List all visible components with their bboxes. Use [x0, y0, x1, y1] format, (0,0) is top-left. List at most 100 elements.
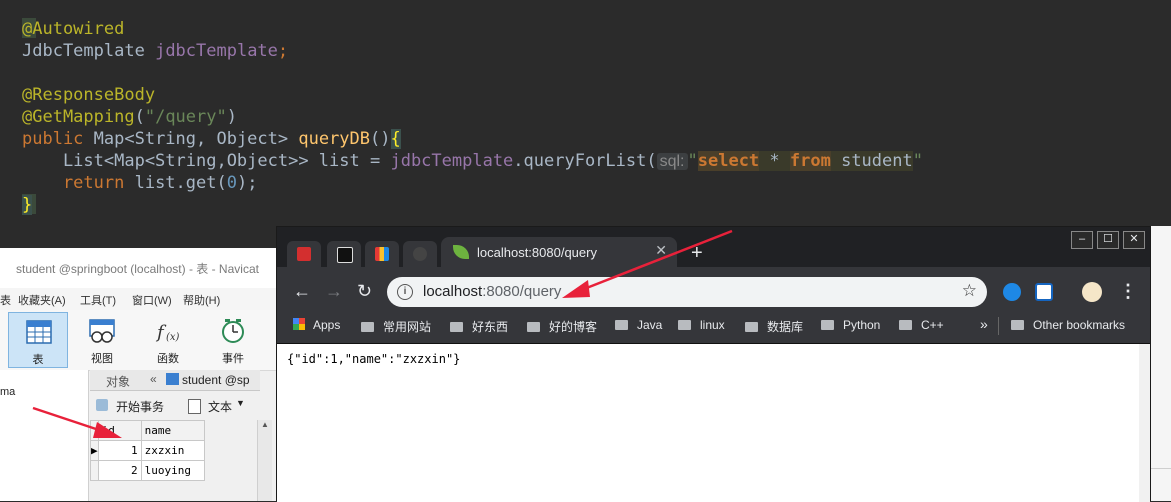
- bookmark-folder-3[interactable]: 好的博客: [527, 318, 597, 335]
- bookmarks-overflow-button[interactable]: »: [980, 316, 988, 332]
- grid-scrollbar[interactable]: ▲: [257, 420, 272, 501]
- menu-table[interactable]: 表: [0, 292, 11, 308]
- reload-icon[interactable]: ↻: [357, 281, 372, 302]
- menu-window[interactable]: 窗口(W): [132, 292, 172, 308]
- tree-item-text[interactable]: ma: [0, 386, 15, 398]
- minimize-button[interactable]: –: [1071, 231, 1093, 249]
- bookmark-folder-8[interactable]: C++: [899, 318, 944, 332]
- code-line-1[interactable]: @Autowired: [22, 18, 124, 40]
- code-line-2[interactable]: JdbcTemplate jdbcTemplate;: [22, 40, 288, 62]
- table-tab-icon: [166, 373, 179, 385]
- address-bar[interactable]: i localhost:8080/query ☆: [387, 277, 987, 307]
- cell-id[interactable]: 1: [97, 440, 142, 461]
- code-line-6[interactable]: List<Map<String,Object>> list = jdbcTemp…: [22, 150, 923, 172]
- tool-event-label: 事件: [222, 353, 244, 365]
- bookmark-folder-5[interactable]: linux: [678, 318, 725, 332]
- bookmark-folder-7[interactable]: Python: [821, 318, 880, 332]
- bookmark-folder-2[interactable]: 好东西: [450, 318, 508, 335]
- sql-star: *: [759, 151, 790, 171]
- tool-table-button[interactable]: 表: [8, 312, 68, 368]
- string-query-path: "/query": [144, 107, 227, 127]
- close-tab-icon[interactable]: ✕: [655, 242, 667, 259]
- maximize-button[interactable]: ☐: [1097, 231, 1119, 249]
- folder-icon: [678, 320, 691, 330]
- extension-2-icon[interactable]: [1035, 283, 1053, 301]
- code-line-7[interactable]: return list.get(0);: [22, 172, 258, 194]
- folder-icon: [1011, 320, 1024, 330]
- bookmark-label: 常用网站: [383, 320, 432, 334]
- field-ref-jdbctemplate: jdbcTemplate: [390, 151, 514, 171]
- column-header-id[interactable]: id: [97, 420, 142, 441]
- bookmark-label: Python: [843, 318, 881, 332]
- tool-event-button[interactable]: 事件: [203, 312, 263, 368]
- code-line-3[interactable]: @ResponseBody: [22, 84, 155, 106]
- return-expression: list.get(: [124, 173, 227, 193]
- cell-name[interactable]: luoying: [140, 460, 206, 481]
- code-line-8[interactable]: }: [22, 194, 33, 216]
- json-response-text: {"id":1,"name":"zxzxin"}: [287, 352, 461, 366]
- row-pointer-icon[interactable]: ▶: [90, 440, 99, 461]
- pinned-tab-2[interactable]: [327, 241, 361, 267]
- bookmark-folder-6[interactable]: 数据库: [745, 318, 803, 335]
- forward-icon[interactable]: →: [325, 281, 343, 302]
- text-button[interactable]: 文本: [208, 398, 232, 415]
- grid-header-row: id name: [90, 420, 206, 441]
- tab-objects[interactable]: 对象: [106, 373, 130, 390]
- quote-close: ": [912, 151, 923, 171]
- bookmarks-bar: Apps 常用网站 好东西 好的博客 Java linux 数据库 Python…: [277, 309, 1150, 344]
- info-icon[interactable]: i: [397, 284, 413, 300]
- menu-tools[interactable]: 工具(T): [80, 292, 116, 308]
- column-header-name[interactable]: name: [140, 420, 206, 441]
- page-scrollbar[interactable]: [1139, 344, 1150, 502]
- address-url[interactable]: localhost:8080/query: [423, 283, 561, 300]
- cell-name[interactable]: zxzxin: [140, 440, 206, 461]
- bookmark-label: Java: [637, 318, 663, 332]
- pinned-tab-1[interactable]: [287, 241, 321, 267]
- bookmark-folder-1[interactable]: 常用网站: [361, 318, 431, 335]
- active-tab[interactable]: localhost:8080/query ✕: [441, 237, 677, 267]
- table-row[interactable]: ▶ 1 zxzxin: [90, 440, 206, 461]
- menu-favorites[interactable]: 收藏夹(A): [18, 292, 66, 308]
- sql-from: from: [789, 151, 831, 171]
- other-bookmarks[interactable]: Other bookmarks: [1011, 318, 1125, 332]
- tab-title: localhost:8080/query: [477, 245, 597, 260]
- chevron-down-icon[interactable]: ▼: [236, 398, 245, 408]
- menu-help[interactable]: 帮助(H): [183, 292, 220, 308]
- tool-view-button[interactable]: 视图: [72, 312, 132, 368]
- parameter-hint: sql:: [656, 153, 688, 170]
- new-tab-button[interactable]: +: [691, 243, 703, 263]
- pinned-tab-4[interactable]: [403, 241, 437, 267]
- menu-kebab-icon[interactable]: ⋮: [1119, 281, 1137, 302]
- bookmark-label: 数据库: [767, 320, 804, 334]
- bookmark-folder-4[interactable]: Java: [615, 318, 662, 332]
- code-line-4[interactable]: @GetMapping("/query"): [22, 106, 237, 128]
- background-window-line: [1151, 468, 1171, 469]
- code-editor[interactable]: @Autowired JdbcTemplate jdbcTemplate; @R…: [0, 0, 1171, 230]
- row-selector-header: [90, 420, 99, 441]
- bookmark-star-icon[interactable]: ☆: [962, 281, 977, 301]
- paren-open: (: [134, 107, 145, 127]
- extension-1-icon[interactable]: [1003, 283, 1021, 301]
- back-icon[interactable]: ←: [293, 281, 311, 302]
- cell-id[interactable]: 2: [97, 460, 142, 481]
- tool-function-button[interactable]: f (x) 函数: [138, 312, 198, 368]
- row-selector[interactable]: [90, 460, 99, 481]
- browser-window: localhost:8080/query ✕ + – ☐ ✕ ← → ↻ i l…: [276, 226, 1151, 502]
- folder-icon: [899, 320, 912, 330]
- type-jdbctemplate: JdbcTemplate: [22, 41, 145, 61]
- data-grid[interactable]: id name ▶ 1 zxzxin 2 luoying: [90, 420, 206, 481]
- profile-avatar[interactable]: [1082, 282, 1102, 302]
- pinned-tab-3[interactable]: [365, 241, 399, 267]
- tool-function-label: 函数: [157, 353, 179, 365]
- tab-student[interactable]: student @sp: [182, 373, 250, 387]
- close-window-button[interactable]: ✕: [1123, 231, 1145, 249]
- tab-scroll-left-icon[interactable]: «: [150, 372, 157, 386]
- begin-transaction-button[interactable]: 开始事务: [116, 398, 164, 415]
- chart-icon: [375, 247, 389, 261]
- navicat-connection-tree[interactable]: ma: [0, 370, 89, 501]
- code-line-5[interactable]: public Map<String, Object> queryDB(){: [22, 128, 401, 150]
- bookmark-apps[interactable]: Apps: [293, 318, 340, 332]
- folder-icon: [527, 322, 540, 332]
- scroll-up-icon[interactable]: ▲: [261, 420, 269, 429]
- table-row[interactable]: 2 luoying: [90, 460, 206, 481]
